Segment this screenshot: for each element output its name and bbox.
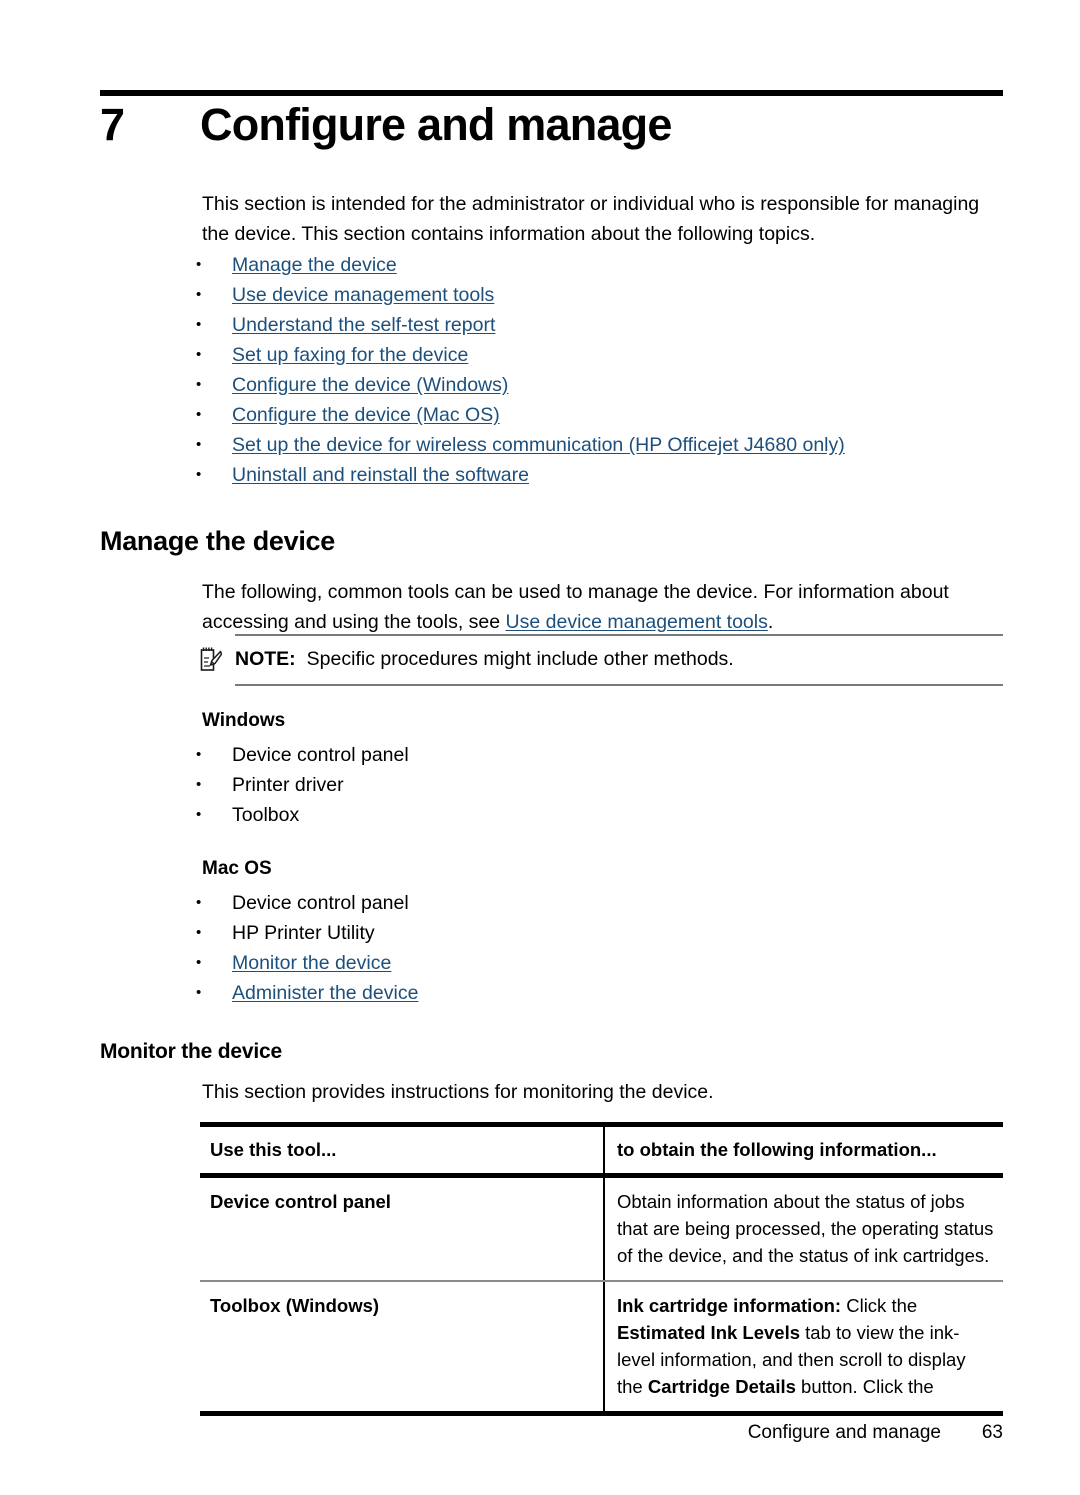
- info-run-bold: Cartridge Details: [647, 1376, 796, 1397]
- table-cell-information: Obtain information about the status of j…: [603, 1178, 1003, 1280]
- manage-intro-paragraph: The following, common tools can be used …: [202, 578, 1003, 637]
- list-item[interactable]: • Administer the device: [196, 978, 1006, 1008]
- list-item: • Toolbox: [196, 800, 1006, 830]
- topic-link[interactable]: Set up faxing for the device: [232, 340, 1006, 370]
- macos-link-monitor-the-device[interactable]: Monitor the device: [232, 948, 1006, 978]
- list-item[interactable]: • Set up faxing for the device: [196, 340, 1006, 370]
- table-cell-information: Ink cartridge information: Click the Est…: [603, 1282, 1003, 1411]
- table-cell-tool: Toolbox (Windows): [210, 1295, 380, 1316]
- info-run-bold: Estimated Ink Levels: [617, 1322, 801, 1343]
- chapter-number: 7: [100, 99, 125, 150]
- bullet-icon: •: [196, 746, 202, 763]
- note-pad-pencil-icon: [200, 646, 223, 672]
- bullet-icon: •: [196, 316, 202, 333]
- table-row: Toolbox (Windows) Ink cartridge informat…: [200, 1282, 1003, 1411]
- bullet-icon: •: [196, 436, 202, 453]
- table-header-tool: Use this tool...: [210, 1139, 337, 1160]
- table-row: Device control panel Obtain information …: [200, 1178, 1003, 1280]
- list-item[interactable]: • Monitor the device: [196, 948, 1006, 978]
- list-item[interactable]: • Uninstall and reinstall the software: [196, 460, 1006, 490]
- macos-tool-item: HP Printer Utility: [232, 922, 375, 944]
- note-label: NOTE:: [235, 648, 296, 670]
- windows-tool-list: • Device control panel • Printer driver …: [196, 740, 1006, 830]
- macos-tool-item: Device control panel: [232, 892, 409, 914]
- topic-link-list: • Manage the device • Use device managem…: [196, 250, 1006, 490]
- list-item: • Printer driver: [196, 770, 1006, 800]
- info-run: Obtain information about the status of j…: [617, 1191, 994, 1266]
- topic-link[interactable]: Configure the device (Mac OS): [232, 400, 1006, 430]
- bullet-icon: •: [196, 954, 202, 971]
- table-header-information: to obtain the following information...: [617, 1139, 937, 1160]
- inline-link-use-device-management-tools[interactable]: Use device management tools: [506, 611, 768, 633]
- bullet-icon: •: [196, 924, 202, 941]
- bullet-icon: •: [196, 466, 202, 483]
- list-item[interactable]: • Set up the device for wireless communi…: [196, 430, 1006, 460]
- windows-tool-item: Device control panel: [232, 744, 409, 766]
- table-column-separator: [603, 1127, 605, 1173]
- bullet-icon: •: [196, 256, 202, 273]
- topic-link[interactable]: Manage the device: [232, 250, 1006, 280]
- macos-link-administer-the-device[interactable]: Administer the device: [232, 978, 1006, 1008]
- note-bottom-rule: [235, 684, 1003, 686]
- bullet-icon: •: [196, 894, 202, 911]
- bullet-icon: •: [196, 406, 202, 423]
- bullet-icon: •: [196, 776, 202, 793]
- table-bottom-rule: [200, 1411, 1003, 1416]
- bullet-icon: •: [196, 984, 202, 1001]
- list-item[interactable]: • Understand the self-test report: [196, 310, 1006, 340]
- list-item[interactable]: • Manage the device: [196, 250, 1006, 280]
- document-page: 7 Configure and manage This section is i…: [0, 0, 1080, 1495]
- footer-page-number: 63: [981, 1422, 1003, 1443]
- bullet-icon: •: [196, 376, 202, 393]
- topic-link[interactable]: Understand the self-test report: [232, 310, 1006, 340]
- topic-link[interactable]: Uninstall and reinstall the software: [232, 460, 1006, 490]
- bullet-icon: •: [196, 286, 202, 303]
- subheading-mac-os: Mac OS: [202, 858, 272, 879]
- bullet-icon: •: [196, 346, 202, 363]
- monitor-tools-table: Use this tool... to obtain the following…: [200, 1122, 1003, 1416]
- monitor-intro-paragraph: This section provides instructions for m…: [202, 1081, 714, 1103]
- macos-tool-list: • Device control panel • HP Printer Util…: [196, 888, 1006, 1008]
- manage-paragraph-text-after: .: [767, 610, 774, 633]
- chapter-heading: 7 Configure and manage: [100, 99, 1003, 150]
- table-header-row: Use this tool... to obtain the following…: [200, 1127, 1003, 1173]
- intro-paragraph: This section is intended for the adminis…: [202, 193, 980, 245]
- subheading-windows: Windows: [202, 710, 286, 731]
- bullet-icon: •: [196, 806, 202, 823]
- table-column-separator: [603, 1282, 605, 1411]
- topic-link[interactable]: Configure the device (Windows): [232, 370, 1006, 400]
- windows-tool-item: Printer driver: [232, 774, 344, 796]
- list-item: • HP Printer Utility: [196, 918, 1006, 948]
- section-heading-monitor-the-device: Monitor the device: [100, 1040, 282, 1063]
- note-callout: NOTE: Specific procedures might include o…: [196, 634, 1003, 686]
- list-item[interactable]: • Configure the device (Windows): [196, 370, 1006, 400]
- page-footer: Configure and manage 63: [100, 1422, 1003, 1444]
- topic-link[interactable]: Use device management tools: [232, 280, 1006, 310]
- note-top-rule: [235, 634, 1003, 636]
- list-item: • Device control panel: [196, 740, 1006, 770]
- info-run: Click the: [841, 1295, 918, 1316]
- list-item: • Device control panel: [196, 888, 1006, 918]
- section-heading-manage-the-device: Manage the device: [100, 526, 335, 556]
- list-item[interactable]: • Configure the device (Mac OS): [196, 400, 1006, 430]
- info-run: button. Click the: [795, 1376, 934, 1397]
- chapter-top-rule: [100, 90, 1003, 96]
- page-title: Configure and manage: [200, 99, 672, 150]
- info-run-bold: Ink cartridge information:: [617, 1295, 842, 1316]
- table-cell-tool: Device control panel: [210, 1191, 391, 1212]
- table-column-separator: [603, 1178, 605, 1280]
- note-text-line: NOTE: Specific procedures might include o…: [235, 644, 734, 674]
- list-item[interactable]: • Use device management tools: [196, 280, 1006, 310]
- topic-link[interactable]: Set up the device for wireless communica…: [232, 430, 1006, 460]
- footer-section-title: Configure and manage: [747, 1422, 941, 1443]
- windows-tool-item: Toolbox: [232, 804, 300, 826]
- note-body-text: Specific procedures might include other …: [306, 648, 734, 670]
